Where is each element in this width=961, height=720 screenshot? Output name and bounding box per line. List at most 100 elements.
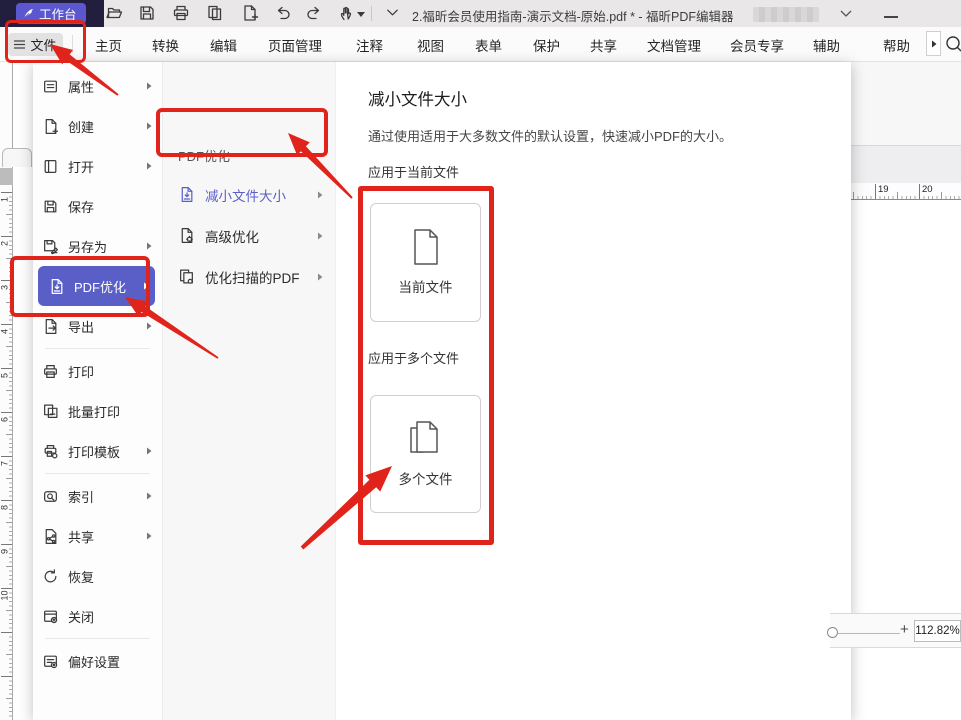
file-menu-item-save-as[interactable]: 另存为	[33, 226, 162, 266]
file-menu-item-open[interactable]: 打开	[33, 146, 162, 186]
file-menu-item-save[interactable]: 保存	[33, 186, 162, 226]
submenu-arrow-icon	[317, 232, 323, 240]
print-icon	[42, 363, 59, 380]
quill-pen-icon	[22, 7, 35, 20]
titlebar: 工作台 2.福昕会员使用指南-演示文档-原始.pdf * - 福昕PDF编辑器	[0, 0, 961, 27]
submenu-arrow-icon	[317, 273, 323, 281]
file-menu-item-index[interactable]: 索引	[33, 476, 162, 516]
menu-tab-document-management[interactable]: 文档管理	[647, 35, 701, 55]
zoom-in-button[interactable]: +	[900, 621, 909, 638]
hand-tool-icon[interactable]	[338, 4, 356, 22]
titlebar-chevron-icon[interactable]	[840, 10, 852, 18]
titlebar-dark-corner: 工作台	[0, 0, 104, 27]
new-page-icon[interactable]	[241, 4, 259, 22]
multiple-files-card[interactable]: 多个文件	[370, 395, 481, 513]
multiple-documents-icon	[407, 420, 445, 458]
copy-page-icon[interactable]	[206, 4, 224, 22]
menu-tab-share[interactable]: 共享	[590, 35, 617, 55]
submenu-item-label: 优化扫描的PDF	[205, 267, 300, 287]
properties-icon	[42, 78, 59, 95]
submenu-arrow-icon	[146, 242, 152, 250]
workspace-button[interactable]: 工作台	[16, 3, 86, 24]
statusbar: + 112.82%	[830, 613, 961, 648]
menu-file-button[interactable]: 文件	[8, 33, 63, 56]
page-description: 通过使用适用于大多数文件的默认设置，快速减小PDF的大小。	[368, 126, 732, 145]
zoom-slider-track[interactable]	[838, 633, 900, 634]
ruler-number: 10	[0, 589, 11, 603]
menu-tab-page-management[interactable]: 页面管理	[268, 35, 322, 55]
file-menu-item-pdf-optimize[interactable]: PDF优化	[38, 266, 155, 306]
file-menu-overlay: 属性 创建 打开 保存	[33, 62, 851, 720]
file-menu-item-close[interactable]: 关闭	[33, 596, 162, 636]
submenu-item-label: 减小文件大小	[205, 185, 286, 205]
batch-print-icon	[42, 403, 59, 420]
file-menu-item-properties[interactable]: 属性	[33, 66, 162, 106]
pdf-optimize-submenu-panel: PDF优化 减小文件大小 高级优化 优化扫描的PDF	[163, 62, 336, 720]
menu-tab-help[interactable]: 帮助	[883, 35, 910, 55]
zoom-slider-handle[interactable]	[827, 627, 838, 638]
submenu-header: PDF优化	[178, 146, 230, 165]
ruler-number: 9	[0, 545, 11, 559]
menu-tab-accessibility[interactable]: 辅助	[813, 35, 840, 55]
file-menu-item-label: 共享	[68, 527, 94, 546]
file-menu-item-recover[interactable]: 恢复	[33, 556, 162, 596]
ruler-number: 20	[922, 184, 933, 195]
menu-tab-comment[interactable]: 注释	[356, 35, 383, 55]
submenu-item-reduce-file-size[interactable]: 减小文件大小	[163, 174, 335, 215]
submenu-arrow-icon	[317, 191, 323, 199]
menu-tab-protect[interactable]: 保护	[533, 35, 560, 55]
file-menu-item-export[interactable]: 导出	[33, 306, 162, 346]
submenu-item-advanced-optimization[interactable]: 高级优化	[163, 215, 335, 256]
open-icon	[42, 158, 59, 175]
multiple-files-section-label: 应用于多个文件	[368, 348, 459, 367]
submenu-arrow-icon	[146, 122, 152, 130]
open-file-icon[interactable]	[105, 4, 123, 22]
print-icon[interactable]	[172, 4, 190, 22]
file-menu-item-batch-print[interactable]: 批量打印	[33, 391, 162, 431]
document-right-strip	[851, 200, 961, 613]
file-menu-item-label: 索引	[68, 487, 94, 506]
preferences-icon	[42, 653, 59, 670]
file-menu-item-preferences[interactable]: 偏好设置	[33, 641, 162, 681]
menu-tab-member-exclusive[interactable]: 会员专享	[730, 35, 784, 55]
submenu-arrow-icon	[146, 162, 152, 170]
file-menu-item-label: 保存	[68, 197, 94, 216]
toolbar-band-right	[851, 145, 961, 183]
horizontal-ruler-ticks	[851, 183, 961, 199]
file-menu-item-print[interactable]: 打印	[33, 351, 162, 391]
document-title: 2.福昕会员使用指南-演示文档-原始.pdf * - 福昕PDF编辑器	[412, 6, 734, 25]
menu-tab-convert[interactable]: 转换	[152, 35, 179, 55]
collapse-toolbar-icon[interactable]	[384, 4, 401, 21]
save-as-icon	[42, 238, 59, 255]
redo-icon[interactable]	[305, 4, 323, 22]
hand-tool-dropdown-icon[interactable]	[357, 12, 365, 17]
save-icon	[42, 198, 59, 215]
file-menu-item-label: 导出	[68, 317, 94, 336]
save-icon[interactable]	[138, 4, 156, 22]
file-menu-item-label: 打印模板	[68, 442, 120, 461]
search-icon[interactable]	[943, 33, 961, 55]
submenu-arrow-icon	[146, 447, 152, 455]
ruler-number: 1	[0, 193, 11, 207]
minimize-button[interactable]	[884, 16, 898, 18]
menu-tab-edit[interactable]: 编辑	[210, 35, 237, 55]
undo-icon[interactable]	[274, 4, 292, 22]
file-menu-item-label: 关闭	[68, 607, 94, 626]
current-file-card[interactable]: 当前文件	[370, 203, 481, 322]
file-menu-item-label: 另存为	[68, 237, 107, 256]
submenu-item-optimize-scanned-pdf[interactable]: 优化扫描的PDF	[163, 256, 335, 297]
menu-tab-form[interactable]: 表单	[475, 35, 502, 55]
file-menu-item-share[interactable]: 共享	[33, 516, 162, 556]
menubar-overflow-button[interactable]	[926, 31, 941, 56]
ruler-number: 7	[0, 457, 11, 471]
menu-tab-home[interactable]: 主页	[95, 35, 122, 55]
file-menu-item-create[interactable]: 创建	[33, 106, 162, 146]
file-menu-item-print-template[interactable]: 打印模板	[33, 431, 162, 471]
menu-file-label: 文件	[30, 35, 56, 54]
zoom-level-input[interactable]: 112.82%	[914, 620, 961, 642]
menu-tab-view[interactable]: 视图	[417, 35, 444, 55]
submenu-arrow-icon	[146, 492, 152, 500]
ruler-number: 4	[0, 325, 11, 339]
ruler-number: 6	[0, 413, 11, 427]
optimize-scanned-pdf-icon	[178, 268, 195, 285]
